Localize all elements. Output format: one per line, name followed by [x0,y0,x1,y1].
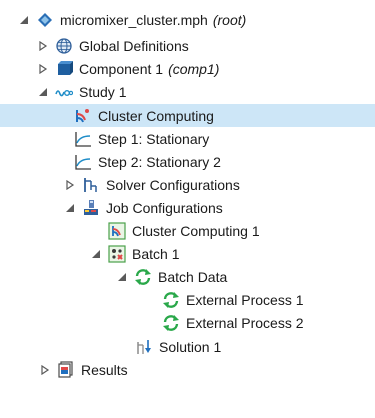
solution-icon [135,338,153,356]
tree-node-label: Global Definitions [79,37,189,54]
expand-toggle[interactable] [64,179,76,191]
no-toggle-spacer [56,156,68,168]
model-builder-tree: micromixer_cluster.mph (root) Global Def… [0,0,375,418]
component-icon [55,60,73,78]
tree-node-root[interactable]: micromixer_cluster.mph (root) [0,8,375,31]
tree-node-job-configurations[interactable]: Job Configurations [0,196,375,219]
tree-node-label: Step 1: Stationary [98,130,210,147]
tree-node-label: Step 2: Stationary 2 [98,153,221,170]
collapse-toggle[interactable] [64,202,76,214]
no-toggle-spacer [56,133,68,145]
model-root-icon [36,11,54,29]
tree-node-label: Cluster Computing [98,107,214,124]
tree-node-tag: (comp1) [168,60,220,77]
expand-toggle[interactable] [18,14,30,26]
tree-node-label: Batch 1 [132,245,180,262]
tree-node-results[interactable]: Results [0,358,375,381]
tree-node-label: Solution 1 [159,338,222,355]
tree-node-label: External Process 2 [186,314,304,331]
expand-toggle[interactable] [37,63,49,75]
no-toggle-spacer [90,225,102,237]
results-icon [57,360,75,379]
refresh-icon [162,291,180,309]
collapse-toggle[interactable] [90,248,102,260]
tree-node-study[interactable]: Study 1 [0,80,375,103]
expand-toggle[interactable] [39,364,51,376]
no-toggle-spacer [144,317,156,329]
tree-node-label: Batch Data [158,268,228,285]
refresh-icon [162,314,180,332]
cluster-computing-job-icon [108,221,126,240]
tree-node-step-2[interactable]: Step 2: Stationary 2 [0,150,375,173]
batch-icon [108,244,126,263]
collapse-toggle[interactable] [37,86,49,98]
tree-node-step-1[interactable]: Step 1: Stationary [0,127,375,150]
tree-node-label: Job Configurations [106,199,223,216]
tree-node-label: Cluster Computing 1 [132,222,260,239]
no-toggle-spacer [56,110,68,122]
tree-node-solution-1[interactable]: Solution 1 [0,335,375,358]
tree-node-tag: (root) [212,11,247,28]
tree-node-label: Results [81,361,128,378]
stationary-step-icon [74,153,92,171]
tree-node-solver-configurations[interactable]: Solver Configurations [0,173,375,196]
tree-node-external-process-2[interactable]: External Process 2 [0,311,375,334]
solver-configurations-icon [82,176,100,194]
tree-node-component[interactable]: Component 1 (comp1) [0,57,375,80]
tree-node-label: Study 1 [79,83,127,100]
tree-node-label: Component 1 [79,60,164,77]
tree-node-label: External Process 1 [186,291,304,308]
collapse-toggle[interactable] [116,271,128,283]
expand-toggle[interactable] [37,40,49,52]
stationary-step-icon [74,130,92,148]
tree-node-external-process-1[interactable]: External Process 1 [0,288,375,311]
no-toggle-spacer [144,294,156,306]
job-configurations-icon [82,199,100,217]
tree-node-label: micromixer_cluster.mph [60,11,208,28]
tree-node-label: Solver Configurations [106,176,240,193]
study-icon [55,83,73,101]
tree-node-batch-data[interactable]: Batch Data [0,265,375,288]
tree-node-cluster-computing[interactable]: Cluster Computing [0,104,375,127]
tree-node-batch-1[interactable]: Batch 1 [0,242,375,265]
tree-node-global-definitions[interactable]: Global Definitions [0,34,375,57]
no-toggle-spacer [117,341,129,353]
tree-node-cluster-computing-1[interactable]: Cluster Computing 1 [0,219,375,242]
refresh-icon [134,268,152,286]
globe-icon [55,37,73,55]
cluster-computing-icon [74,107,92,125]
